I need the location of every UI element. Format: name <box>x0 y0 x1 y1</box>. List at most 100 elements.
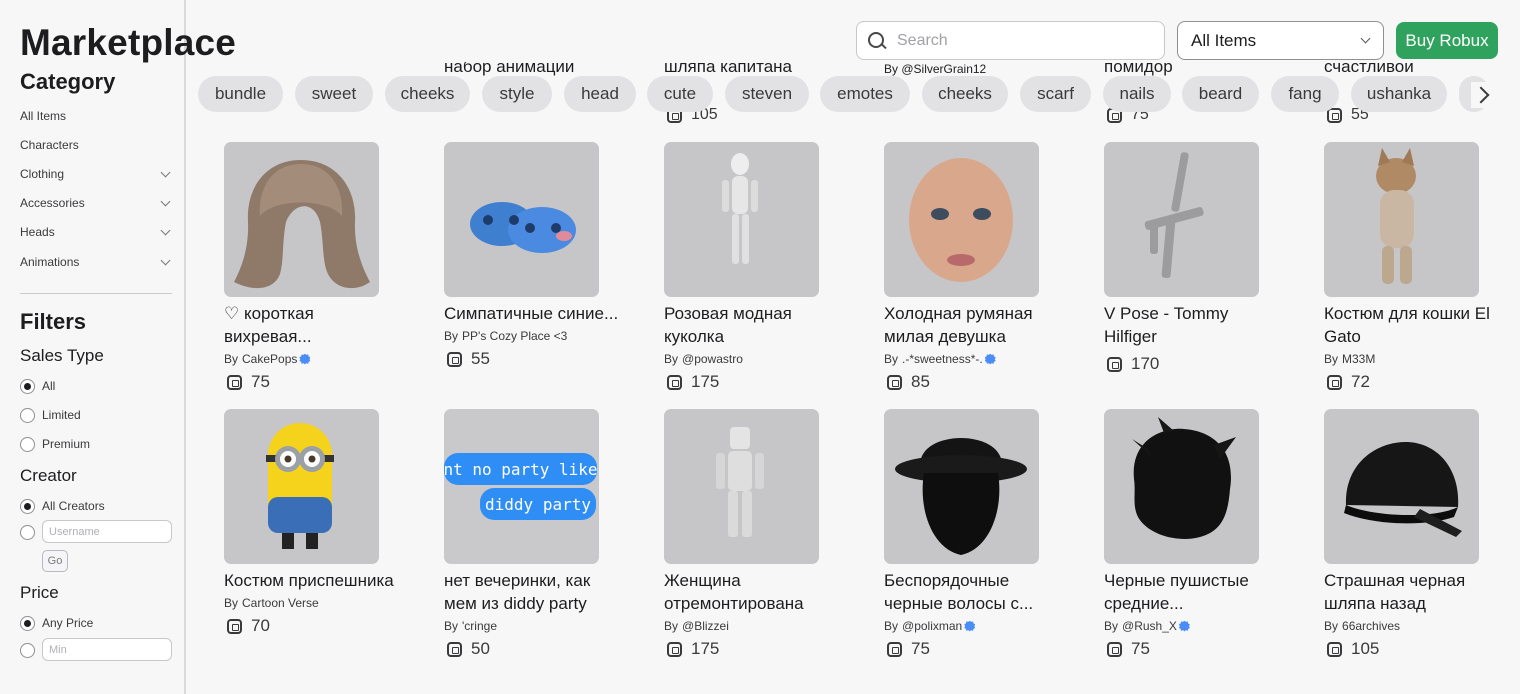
creator-name[interactable]: .-*sweetness*-. <box>902 352 983 366</box>
item-name[interactable]: нет вечеринки, как мем из diddy party <box>444 569 622 615</box>
chip-bundle[interactable]: bundle <box>198 76 283 112</box>
radio-button[interactable] <box>20 524 35 540</box>
chevron-down-icon[interactable] <box>160 225 171 235</box>
item-name[interactable]: ♡ короткая вихревая... <box>224 302 402 348</box>
chip-cheeks-2[interactable]: cheeks <box>922 76 1008 112</box>
item-name[interactable]: Холодная румяная милая девушка <box>884 302 1062 348</box>
item-thumbnail[interactable] <box>1324 409 1479 564</box>
chip-emotes[interactable]: emotes <box>820 76 910 112</box>
item-name[interactable]: Беспорядочные черные волосы с... <box>884 569 1062 615</box>
item-thumbnail[interactable] <box>224 142 379 297</box>
item-card[interactable]: Холодная румяная милая девушка By .-*swee… <box>884 142 1062 393</box>
item-thumbnail[interactable] <box>1104 142 1259 297</box>
item-type-select[interactable]: All Items <box>1177 21 1384 60</box>
chip-cute[interactable]: cute <box>647 76 713 112</box>
category-accessories[interactable]: Accessories <box>20 192 172 214</box>
chip-steven[interactable]: steven <box>725 76 809 112</box>
creator-name[interactable]: @Blizzei <box>682 619 729 633</box>
creator-name[interactable]: @polixman <box>902 619 962 633</box>
item-creator[interactable]: By @polixman <box>884 617 1062 635</box>
chip-cheeks[interactable]: cheeks <box>385 76 470 112</box>
item-thumbnail[interactable] <box>224 409 379 564</box>
item-creator[interactable]: By PP's Cozy Place <3 <box>444 327 622 345</box>
creator-name[interactable]: PP's Cozy Place <3 <box>462 329 567 343</box>
item-name[interactable]: Розовая модная куколка <box>664 302 842 348</box>
peek-item-creator[interactable]: By @SilverGrain12 <box>884 62 986 76</box>
item-card[interactable]: Костюм для кошки El Gato By M33M 72 <box>1324 142 1502 393</box>
chip-ushanka[interactable]: ushanka <box>1351 76 1447 112</box>
creator-name[interactable]: Cartoon Verse <box>242 596 319 610</box>
item-card[interactable]: Страшная черная шляпа назад By 66archives… <box>1324 409 1502 660</box>
go-button[interactable]: Go <box>42 550 68 572</box>
item-creator[interactable]: By .-*sweetness*-. <box>884 350 1062 368</box>
item-creator[interactable]: By CakePops <box>224 350 402 368</box>
chip-beard[interactable]: beard <box>1182 76 1259 112</box>
price-any[interactable]: Any Price <box>20 613 93 633</box>
item-creator[interactable]: By Cartoon Verse <box>224 594 402 612</box>
radio-button[interactable] <box>20 407 35 423</box>
item-creator[interactable]: By M33M <box>1324 350 1502 368</box>
item-thumbnail[interactable] <box>884 142 1039 297</box>
chip-fang[interactable]: fang <box>1271 76 1339 112</box>
item-name[interactable]: Страшная черная шляпа назад <box>1324 569 1502 615</box>
search-input[interactable]: Search <box>856 21 1165 60</box>
creator-name[interactable]: 66archives <box>1342 619 1400 633</box>
chip-head[interactable]: head <box>564 76 636 112</box>
item-card[interactable]: Беспорядочные черные волосы с... By @poli… <box>884 409 1062 660</box>
item-creator[interactable]: By 66archives <box>1324 617 1502 635</box>
username-input[interactable]: Username <box>42 520 172 543</box>
sales-type-limited[interactable]: Limited <box>20 405 81 425</box>
item-creator[interactable]: By @Blizzei <box>664 617 842 635</box>
peek-item-name[interactable]: набор анимаций <box>444 62 574 77</box>
item-name[interactable]: Симпатичные синие... <box>444 302 622 325</box>
radio-button[interactable] <box>20 378 35 394</box>
item-card[interactable]: Черные пушистые средние... By @Rush_X 75 <box>1104 409 1282 660</box>
peek-item-name[interactable]: помидор <box>1104 62 1173 77</box>
sales-type-all[interactable]: All <box>20 376 55 396</box>
chevron-down-icon[interactable] <box>160 196 171 206</box>
item-card[interactable]: ♡ короткая вихревая... By CakePops 75 <box>224 142 402 393</box>
item-name[interactable]: Женщина отремонтирована <box>664 569 842 615</box>
radio-button[interactable] <box>20 436 35 452</box>
chip-style[interactable]: style <box>482 76 552 112</box>
item-thumbnail[interactable] <box>664 142 819 297</box>
creator-name[interactable]: @powastro <box>682 352 743 366</box>
item-creator[interactable]: By @Rush_X <box>1104 617 1282 635</box>
chip-scarf[interactable]: scarf <box>1020 76 1091 112</box>
item-thumbnail[interactable]: aint no party like a diddy party <box>444 409 599 564</box>
creator-name[interactable]: 'cringe <box>462 619 497 633</box>
price-min-radio[interactable] <box>20 640 42 660</box>
chip-nails[interactable]: nails <box>1103 76 1171 112</box>
buy-robux-button[interactable]: Buy Robux <box>1396 22 1498 59</box>
item-thumbnail[interactable] <box>884 409 1039 564</box>
creator-name[interactable]: CakePops <box>242 352 297 366</box>
item-card[interactable]: Костюм приспешника By Cartoon Verse 70 <box>224 409 402 637</box>
chevron-down-icon[interactable] <box>160 255 171 265</box>
chevron-right-icon[interactable] <box>1471 82 1497 108</box>
radio-button[interactable] <box>20 615 35 631</box>
category-animations[interactable]: Animations <box>20 251 172 273</box>
item-thumbnail[interactable] <box>1324 142 1479 297</box>
peek-item-name[interactable]: счастливой <box>1324 62 1414 77</box>
item-thumbnail[interactable] <box>1104 409 1259 564</box>
chip-sweet[interactable]: sweet <box>295 76 373 112</box>
radio-button[interactable] <box>20 642 35 658</box>
item-name[interactable]: Черные пушистые средние... <box>1104 569 1282 615</box>
creator-username-radio[interactable] <box>20 522 42 542</box>
min-price-input[interactable]: Min <box>42 638 172 661</box>
item-card[interactable]: Розовая модная куколка By @powastro 175 <box>664 142 842 393</box>
chevron-down-icon[interactable] <box>160 167 171 177</box>
category-heads[interactable]: Heads <box>20 221 172 243</box>
item-card[interactable]: Симпатичные синие... By PP's Cozy Place <… <box>444 142 622 370</box>
category-characters[interactable]: Characters <box>20 134 172 156</box>
item-creator[interactable]: By'cringe <box>444 617 622 635</box>
creator-name[interactable]: @Rush_X <box>1122 619 1177 633</box>
item-name[interactable]: Костюм приспешника <box>224 569 402 592</box>
item-thumbnail[interactable] <box>664 409 819 564</box>
peek-item-name[interactable]: шляпа капитана <box>664 62 792 77</box>
creator-all[interactable]: All Creators <box>20 496 105 516</box>
category-all-items[interactable]: All Items <box>20 105 172 127</box>
item-thumbnail[interactable] <box>444 142 599 297</box>
item-card[interactable]: V Pose - Tommy Hilfiger 170 <box>1104 142 1282 375</box>
item-card[interactable]: Женщина отремонтирована By @Blizzei 175 <box>664 409 842 660</box>
